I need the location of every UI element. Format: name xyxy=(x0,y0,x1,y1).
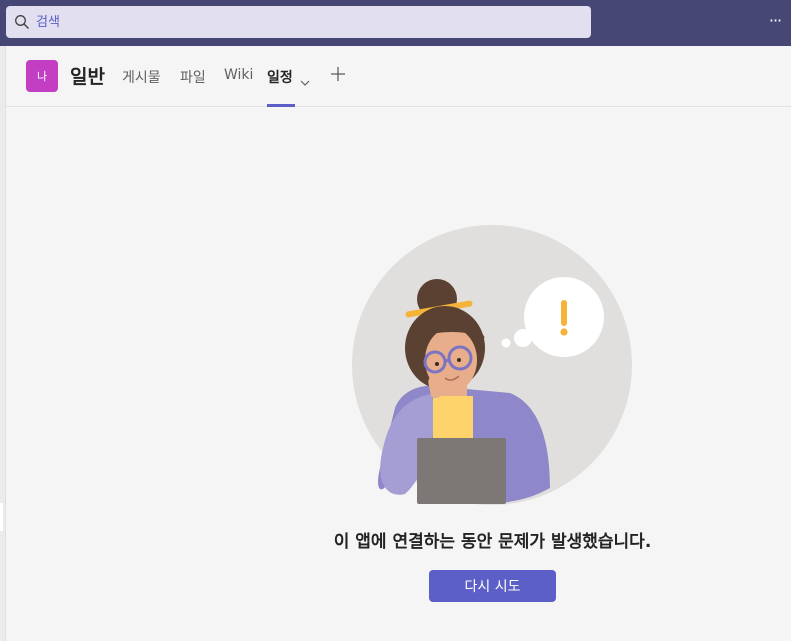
more-options-icon[interactable]: ··· xyxy=(765,12,785,32)
search-box[interactable] xyxy=(6,6,591,38)
active-tab-indicator xyxy=(267,104,295,107)
search-icon xyxy=(14,14,30,30)
tab-calendar-label: 일정 xyxy=(267,70,293,86)
tab-calendar[interactable]: 일정 xyxy=(267,67,295,107)
channel-header: 나 일반 게시물 파일 Wiki 일정 xyxy=(6,46,791,107)
tab-posts[interactable]: 게시물 xyxy=(122,67,161,107)
error-message: 이 앱에 연결하는 동안 문제가 발생했습니다. xyxy=(333,532,652,552)
top-bar: ··· xyxy=(0,0,791,46)
tab-wiki[interactable]: Wiki xyxy=(224,67,253,107)
chevron-down-icon[interactable] xyxy=(300,72,310,86)
channel-title: 일반 xyxy=(70,66,105,88)
search-input[interactable] xyxy=(36,10,576,34)
error-illustration xyxy=(352,225,632,505)
retry-button[interactable]: 다시 시도 xyxy=(429,570,556,602)
tab-files[interactable]: 파일 xyxy=(180,67,206,107)
team-avatar[interactable]: 나 xyxy=(26,60,58,92)
plus-icon[interactable] xyxy=(330,66,346,82)
